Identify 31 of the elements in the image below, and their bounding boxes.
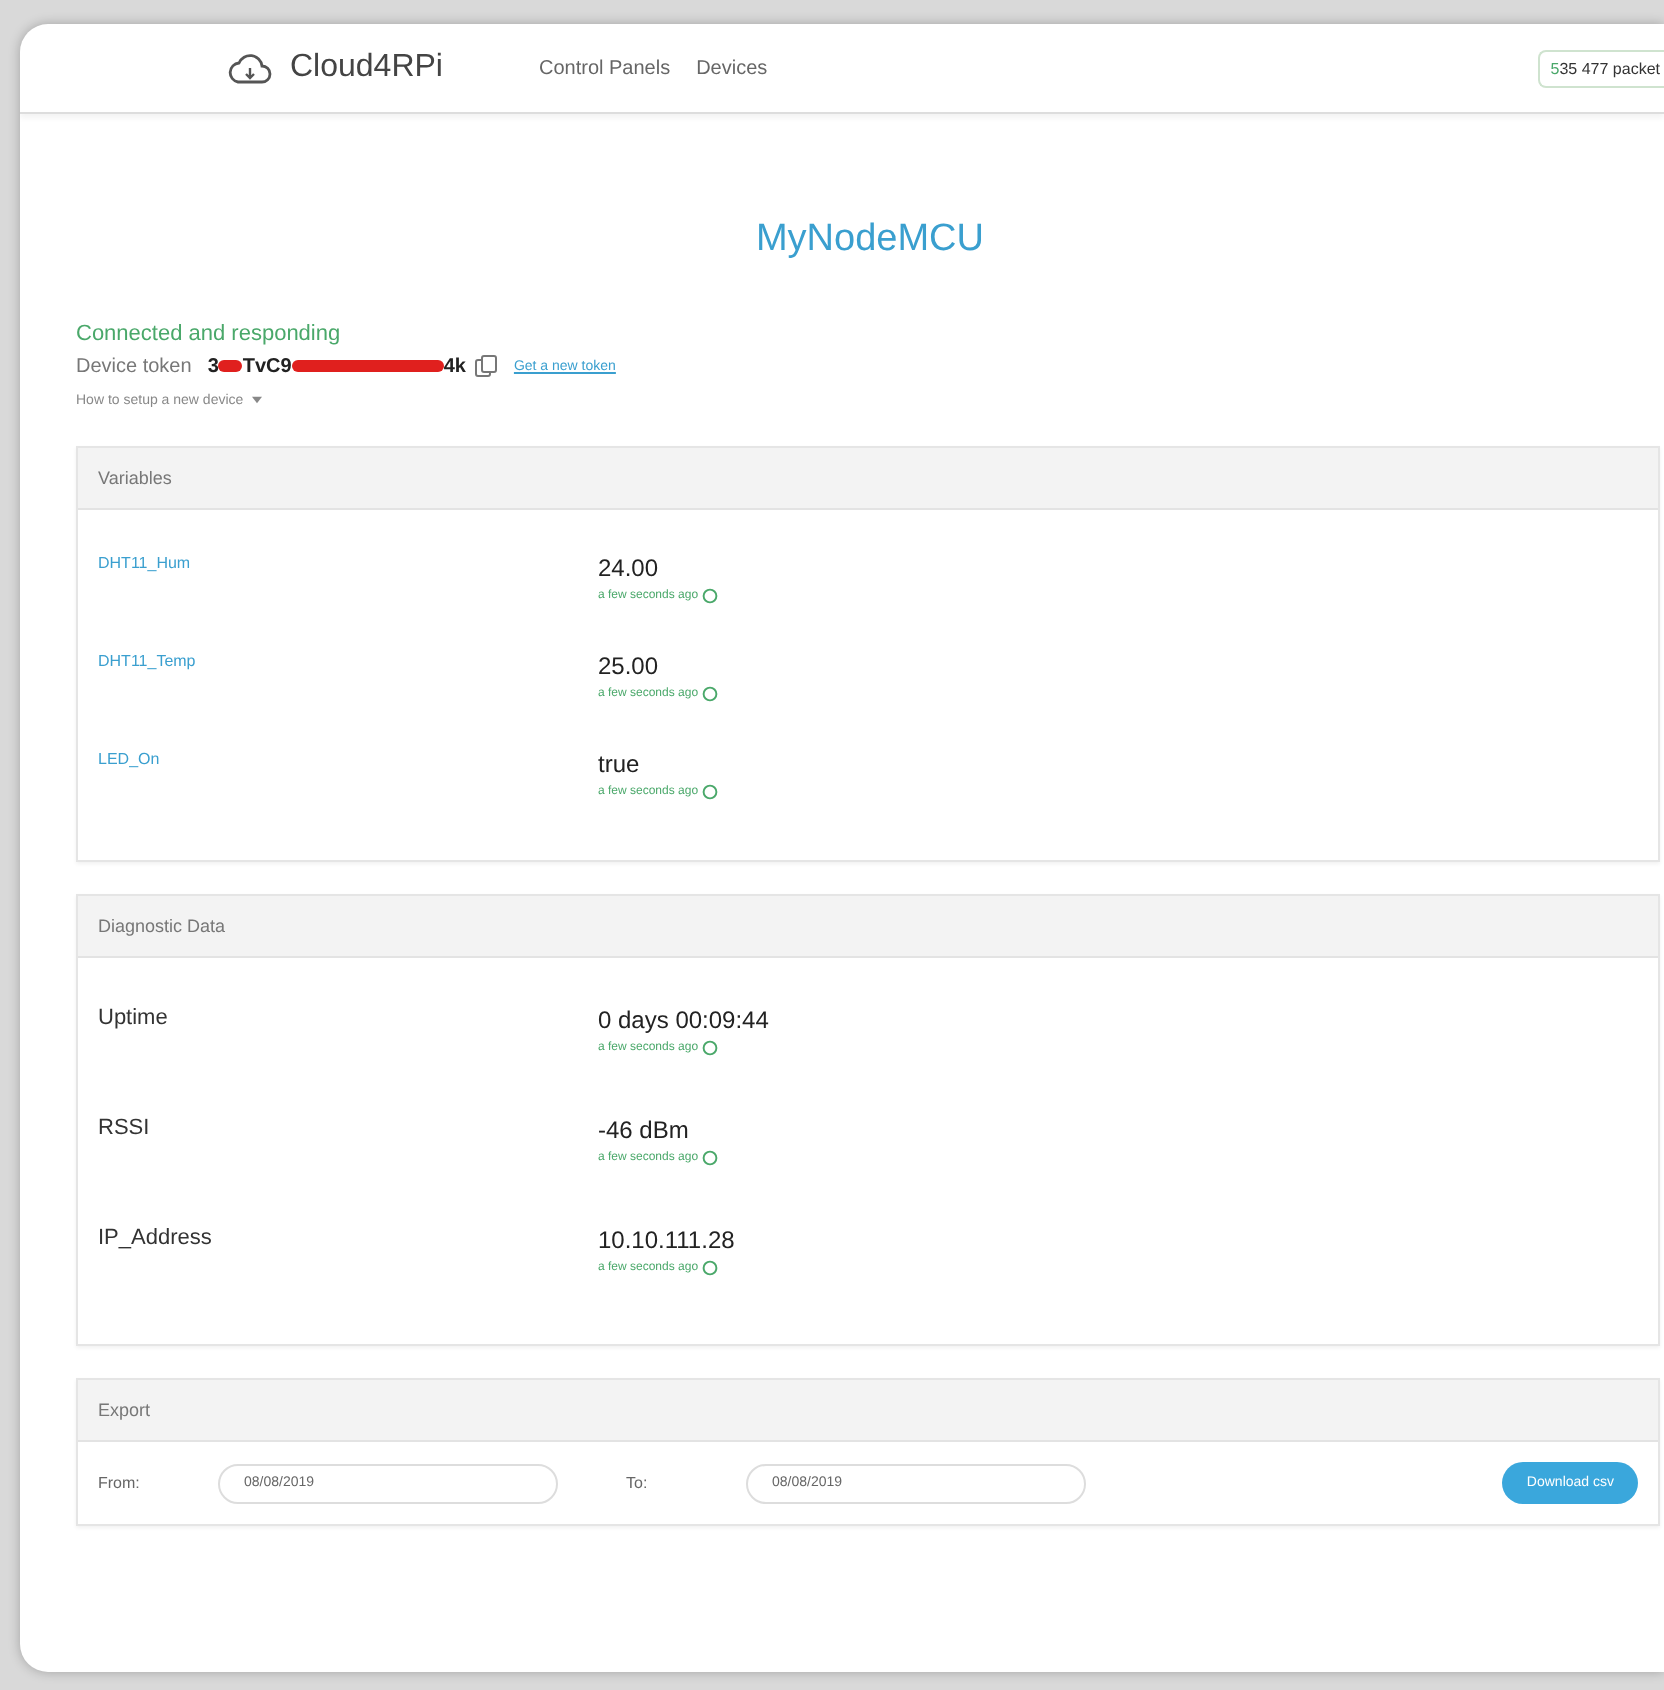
metric-name: RSSI [98,1116,152,1144]
value-text: true [598,750,642,778]
metric-name: IP_Address [98,1226,214,1254]
panel-title: Variables [98,468,172,488]
caret-icon [251,396,262,404]
connection-status: Connected and responding [76,322,343,346]
value-text: 0 days 00:09:44 [598,1006,769,1034]
token-text: 4k [443,355,466,377]
variable-link[interactable]: DHT11_Hum [98,554,598,604]
to-label: To: [626,1474,650,1492]
value-text: 25.00 [598,652,661,680]
cloud-logo-icon [226,50,274,86]
token-text: TvC9 [242,355,292,377]
panel-title: Diagnostic Data [98,916,226,936]
nav-link[interactable]: Control Panels [538,57,671,79]
panel-title: Export [98,1400,151,1420]
device-title: MyNodeMCU [753,218,987,262]
token-text: 3 [207,355,219,377]
value-text: 10.10.111.28 [598,1226,735,1254]
value-text: -46 dBm [598,1116,691,1144]
variable-link[interactable]: DHT11_Temp [98,652,598,702]
metric-name: Uptime [98,1006,170,1034]
logo-text[interactable]: Cloud4RPi [290,50,443,86]
variable-link[interactable]: LED_On [98,750,598,800]
nav-link[interactable]: Devices [696,57,768,79]
redaction-mark [218,360,243,372]
value-text: 24.00 [598,554,661,582]
token-label: Device token [76,355,192,377]
packet-counter: 535 477 packet [1538,49,1664,87]
copy-icon[interactable] [473,354,498,378]
from-label: From: [98,1474,142,1492]
